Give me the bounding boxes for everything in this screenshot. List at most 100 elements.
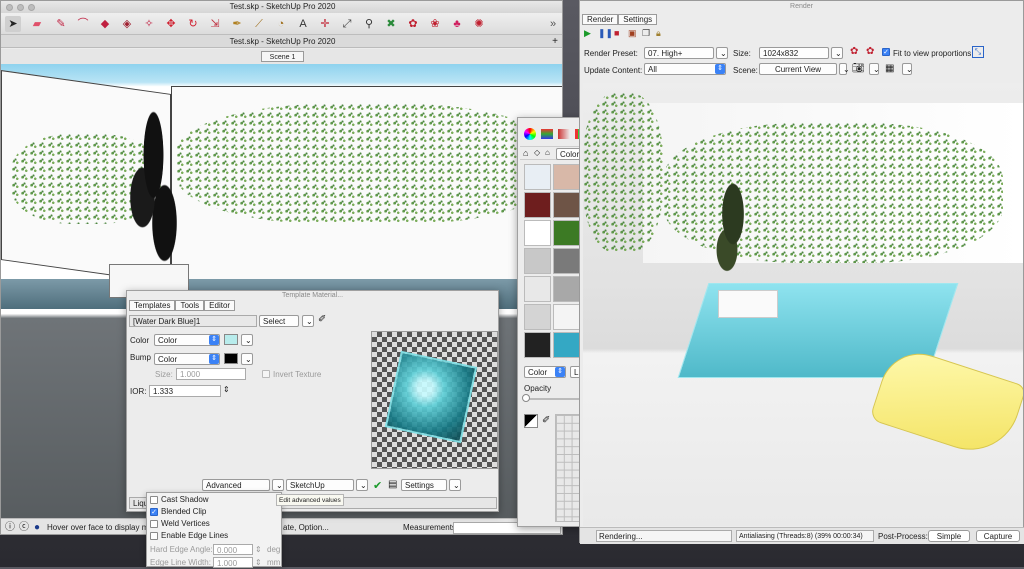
color-swatch[interactable] (524, 304, 551, 330)
rotate-icon[interactable]: ↻ (185, 16, 201, 32)
sketchup-select[interactable]: SketchUp (286, 479, 354, 491)
ior-field[interactable]: 1.333 (149, 385, 221, 397)
settings-select[interactable]: Settings (401, 479, 447, 491)
shapes-icon[interactable]: ◆ (97, 16, 113, 32)
push-pull-icon[interactable]: ◈ (119, 16, 135, 32)
home-icon[interactable]: ⌂ (523, 148, 528, 158)
color-swatch[interactable] (553, 220, 580, 246)
cast-shadow-checkbox[interactable] (150, 496, 158, 504)
update-content-select[interactable]: All ⇕ (644, 63, 726, 75)
close-window-button[interactable] (6, 4, 13, 11)
opacity-slider-thumb[interactable] (522, 394, 530, 402)
pause-icon[interactable]: ❚❚ (598, 28, 613, 39)
bump-swatch[interactable] (224, 353, 238, 364)
blended-clip-checkbox[interactable]: ✓ (150, 508, 158, 516)
forward-icon[interactable]: ⌂ (545, 148, 550, 157)
blended-clip-label[interactable]: Blended Clip (161, 507, 206, 516)
weld-vertices-label[interactable]: Weld Vertices (161, 519, 210, 528)
dimension-icon[interactable]: ⤢ (339, 16, 355, 32)
color-swatch[interactable] (553, 248, 580, 274)
more-icon[interactable]: » (545, 16, 561, 32)
select-dropdown[interactable]: Select (259, 315, 299, 327)
edge-line-width-field[interactable]: 1.000 (213, 557, 253, 568)
color-swatch[interactable] (524, 164, 551, 190)
lock-size-icon[interactable]: ✿ (866, 46, 874, 57)
eyedropper-icon[interactable]: ✒ (229, 16, 245, 32)
chevron-down-icon[interactable]: ⌄ (241, 353, 253, 365)
stop-icon[interactable]: ■ (614, 28, 619, 38)
lock-icon[interactable]: 🔒︎ (656, 28, 661, 39)
tab-settings[interactable]: Settings (618, 14, 658, 25)
render-viewport[interactable] (583, 83, 1023, 526)
scene-select[interactable]: Current View (759, 63, 837, 75)
back-icon[interactable]: ◇ (534, 148, 540, 157)
capture-button[interactable]: Capture (976, 530, 1020, 542)
image-palette-icon[interactable] (558, 129, 570, 139)
tab-render[interactable]: Render (582, 14, 619, 25)
color-swatch[interactable] (553, 164, 580, 190)
protractor-icon[interactable]: ◔ (273, 16, 289, 32)
render-settings-icon[interactable]: ✿ (850, 46, 858, 57)
color-swatch[interactable] (524, 192, 551, 218)
color-swatch[interactable] (553, 332, 580, 358)
advanced-select[interactable]: Advanced (202, 479, 270, 491)
instructor-icon[interactable]: ● (34, 519, 40, 534)
size-select[interactable]: 1024x832 (759, 47, 829, 59)
tab-templates[interactable]: Templates (129, 300, 176, 311)
chevron-down-icon[interactable]: ⌄ (241, 334, 253, 346)
tab-editor[interactable]: Editor (204, 300, 236, 311)
eyedropper-icon[interactable]: ✐ (318, 314, 326, 325)
fit-frame-icon[interactable]: ⤡ (972, 46, 984, 58)
color-mode-select[interactable]: Color ⇕ (524, 366, 566, 378)
paint-icon[interactable]: ✧ (141, 16, 157, 32)
stepper-icon[interactable]: ⇕ (255, 545, 262, 554)
color-mode-select[interactable]: Color ⇕ (154, 334, 220, 346)
line-icon[interactable]: ✎ (53, 16, 69, 32)
fit-view-checkbox[interactable]: ✓ (882, 48, 890, 56)
document-tab[interactable]: Test.skp - SketchUp Pro 2020 (230, 37, 336, 46)
zoom-window-button[interactable] (28, 4, 35, 11)
color-swatch[interactable] (524, 332, 551, 358)
sliders-icon[interactable] (541, 129, 553, 139)
axes-icon[interactable]: ✛ (317, 16, 333, 32)
current-color-swatch[interactable] (524, 414, 538, 428)
scale-icon[interactable]: ⇲ (207, 16, 223, 32)
enable-edge-lines-label[interactable]: Enable Edge Lines (161, 531, 228, 540)
apply-icon[interactable]: ✔ (373, 479, 382, 492)
chevron-down-icon[interactable]: ⌄ (272, 479, 284, 491)
chevron-down-icon[interactable]: ⌄ (902, 63, 913, 75)
move-icon[interactable]: ✥ (163, 16, 179, 32)
simple-button[interactable]: Simple (928, 530, 970, 542)
color-swatch[interactable] (553, 304, 580, 330)
invert-texture-checkbox[interactable] (262, 370, 270, 378)
scene-tab[interactable]: Scene 1 (260, 51, 305, 62)
zoom-extents-icon[interactable]: ✖ (383, 16, 399, 32)
tape-icon[interactable]: ⟋ (251, 16, 267, 32)
chevron-down-icon[interactable]: ⌄ (869, 63, 880, 75)
arc-icon[interactable]: ⌒ (75, 16, 91, 32)
extension-icon[interactable]: ✺ (471, 16, 487, 32)
color-swatch[interactable] (553, 192, 580, 218)
color-wheel-icon[interactable] (524, 128, 536, 140)
eraser-icon[interactable]: ▰ (29, 16, 45, 32)
render-preset-select[interactable]: 07. High+ (644, 47, 714, 59)
copy-icon[interactable]: ❐ (642, 28, 650, 39)
camera-icon[interactable]: 📷︎ (852, 63, 865, 74)
select-icon[interactable]: ➤ (5, 16, 21, 32)
bump-mode-select[interactable]: Color ⇕ (154, 353, 220, 365)
material-name-field[interactable]: [Water Dark Blue]1 (129, 315, 257, 327)
help-icon[interactable]: ⓘ (5, 519, 15, 534)
chevron-down-icon[interactable]: ⌄ (449, 479, 461, 491)
chevron-down-icon[interactable]: ⌄ (356, 479, 368, 491)
color-swatch[interactable] (524, 248, 551, 274)
credits-icon[interactable]: ⓒ (19, 519, 29, 534)
eyedropper-icon[interactable]: ✐ (542, 415, 550, 426)
minimize-window-button[interactable] (17, 4, 24, 11)
hard-edge-angle-field[interactable]: 0.000 (213, 544, 253, 555)
add-tab-icon[interactable]: + (552, 35, 558, 48)
tab-tools[interactable]: Tools (175, 300, 205, 311)
enable-edge-lines-checkbox[interactable] (150, 532, 158, 540)
scene-thumbnail-icon[interactable]: ▦ (885, 63, 894, 74)
size-field[interactable]: 1.000 (176, 368, 246, 380)
color-swatch[interactable] (524, 276, 551, 302)
